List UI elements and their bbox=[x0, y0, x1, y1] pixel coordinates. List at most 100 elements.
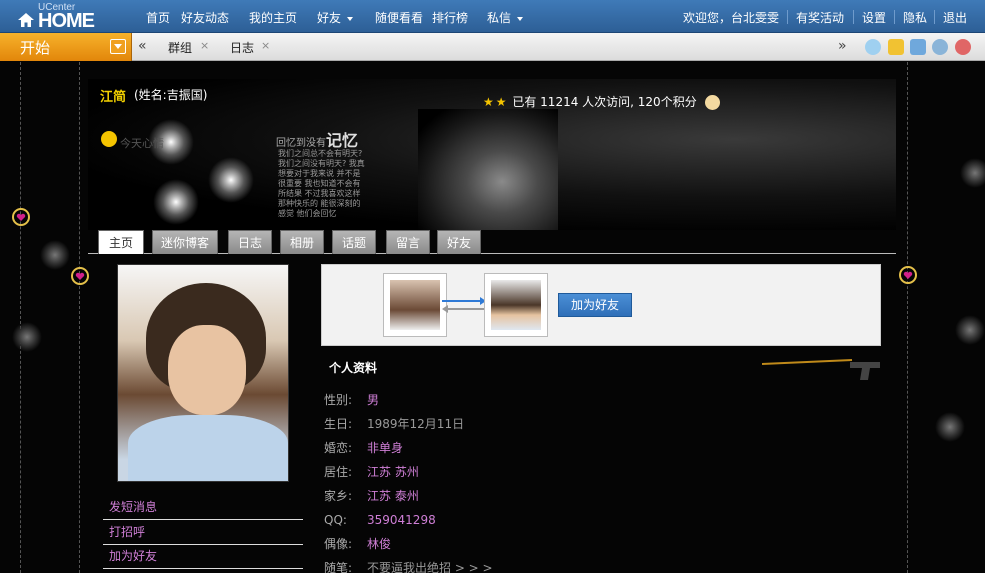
send-message-link[interactable]: 发短消息 bbox=[103, 496, 303, 520]
info-label: 居住: bbox=[324, 465, 353, 479]
gun-decoration-icon bbox=[762, 359, 880, 380]
decor-star-glow bbox=[955, 315, 985, 345]
avatar-face bbox=[168, 325, 246, 415]
welcome-text: 欢迎您，台北雯雯 bbox=[683, 11, 780, 25]
friend-search-icon[interactable] bbox=[932, 39, 948, 55]
info-row-relationship: 婚恋: 非单身 bbox=[324, 437, 880, 459]
chevron-down-icon bbox=[347, 16, 354, 21]
banner-photo bbox=[418, 109, 558, 230]
taskbar-tab-blog[interactable]: 日志 bbox=[230, 39, 254, 56]
hearts-icon[interactable] bbox=[955, 39, 971, 55]
user-realname: (姓名:吉振国) bbox=[134, 88, 208, 102]
chevron-down-icon bbox=[517, 16, 524, 21]
info-value: 1989年12月11日 bbox=[367, 417, 465, 431]
nav-divider bbox=[853, 10, 854, 24]
logo-home-text: HOME bbox=[38, 10, 95, 32]
avatar-shirt bbox=[128, 415, 288, 481]
tab-miniblog[interactable]: 迷你博客 bbox=[152, 230, 218, 254]
banner-memory-title: 回忆到没有记忆 bbox=[276, 127, 358, 151]
heart-pendant-icon bbox=[899, 266, 917, 284]
tab-home[interactable]: 主页 bbox=[98, 230, 144, 254]
start-button[interactable]: 开始 bbox=[0, 33, 132, 61]
scroll-left-icon[interactable]: « bbox=[138, 38, 147, 54]
add-friend-button[interactable]: 加为好友 bbox=[558, 293, 632, 317]
friend-request-box: 加为好友 bbox=[321, 264, 881, 346]
nav-rewards[interactable]: 有奖活动 bbox=[796, 9, 844, 26]
top-navigation-bar: UCenter HOME 首页 好友动态 我的主页 好友 随便看看 排行榜 私信… bbox=[0, 0, 985, 33]
nav-browse[interactable]: 随便看看 bbox=[375, 9, 423, 26]
info-label: 家乡: bbox=[324, 489, 353, 503]
info-row-birthday: 生日: 1989年12月11日 bbox=[324, 413, 880, 435]
chat-bubble-icon[interactable] bbox=[865, 39, 881, 55]
info-value[interactable]: 林俊 bbox=[367, 533, 391, 555]
info-row-qq: QQ: 359041298 bbox=[324, 509, 880, 531]
profile-avatar[interactable] bbox=[117, 264, 289, 482]
nav-my-page[interactable]: 我的主页 bbox=[249, 9, 297, 26]
heart-pendant-icon bbox=[71, 267, 89, 285]
tab-topics[interactable]: 话题 bbox=[332, 230, 376, 254]
info-row-note: 随笔: 不要逼我出绝招 > > > bbox=[324, 557, 880, 573]
banner-poem: 我们之间总不会有明天? 我们之间没有明天? 我真想要对于我来说 并不是很重要 我… bbox=[278, 149, 365, 218]
add-friend-link[interactable]: 加为好友 bbox=[103, 545, 303, 569]
info-row-hometown: 家乡: 江苏 泰州 bbox=[324, 485, 880, 507]
tab-guestbook[interactable]: 留言 bbox=[386, 230, 430, 254]
tab-album[interactable]: 相册 bbox=[280, 230, 324, 254]
nav-ranking[interactable]: 排行榜 bbox=[432, 9, 468, 26]
taskbar-tab-groups[interactable]: 群组 bbox=[168, 39, 192, 56]
nav-home[interactable]: 首页 bbox=[146, 9, 170, 26]
nav-privacy[interactable]: 隐私 bbox=[903, 9, 927, 26]
mood-face-icon bbox=[101, 131, 117, 147]
nav-friend-feed[interactable]: 好友动态 bbox=[181, 9, 229, 26]
user-name[interactable]: 江简 bbox=[100, 86, 126, 105]
close-icon[interactable]: × bbox=[200, 39, 209, 52]
tab-blog[interactable]: 日志 bbox=[228, 230, 272, 254]
info-value[interactable]: 非单身 bbox=[367, 437, 403, 459]
info-label: 性别: bbox=[324, 393, 353, 407]
banner-memory-title-big: 记忆 bbox=[326, 131, 359, 150]
profile-tabs: 主页 迷你博客 日志 相册 话题 留言 好友 bbox=[88, 230, 896, 254]
info-label: 婚恋: bbox=[324, 441, 353, 455]
profile-card-icon[interactable] bbox=[910, 39, 926, 55]
mood-text: 今天心情 bbox=[120, 137, 164, 150]
uchome-logo[interactable]: UCenter HOME bbox=[16, 2, 100, 32]
poke-link[interactable]: 打招呼 bbox=[103, 521, 303, 545]
nav-friends-label: 好友 bbox=[317, 11, 342, 25]
avatar-face-icon bbox=[704, 95, 720, 110]
info-value[interactable]: 男 bbox=[367, 389, 379, 411]
info-value[interactable]: 江苏 泰州 bbox=[367, 485, 419, 507]
nav-messages[interactable]: 私信 bbox=[487, 9, 524, 26]
decor-star-glow bbox=[40, 240, 70, 270]
friend-avatar-thumb[interactable] bbox=[484, 273, 548, 337]
decor-star-glow bbox=[12, 322, 42, 352]
scroll-right-icon[interactable]: » bbox=[838, 38, 847, 54]
nav-logout[interactable]: 退出 bbox=[943, 9, 967, 26]
my-avatar-thumb[interactable] bbox=[383, 273, 447, 337]
thumb-photo bbox=[491, 280, 541, 330]
nav-friends[interactable]: 好友 bbox=[317, 9, 354, 26]
info-label: QQ: bbox=[324, 513, 347, 527]
info-row-gender: 性别: 男 bbox=[324, 389, 880, 411]
info-row-residence: 居住: 江苏 苏州 bbox=[324, 461, 880, 483]
info-value[interactable]: 江苏 苏州 bbox=[367, 461, 419, 483]
info-value: 不要逼我出绝招 > > > bbox=[367, 561, 493, 573]
nav-divider bbox=[934, 10, 935, 24]
start-dropdown-icon[interactable] bbox=[110, 39, 126, 54]
notice-icon[interactable] bbox=[888, 39, 904, 55]
star-icon: ★ bbox=[483, 95, 494, 109]
thumb-photo bbox=[390, 280, 440, 330]
nav-divider bbox=[894, 10, 895, 24]
decor-glow bbox=[153, 179, 199, 225]
decor-star-glow bbox=[935, 412, 965, 442]
profile-header-banner: 回忆到没有记忆 我们之间总不会有明天? 我们之间没有明天? 我真想要对于我来说 … bbox=[88, 79, 896, 230]
tab-friends[interactable]: 好友 bbox=[437, 230, 481, 254]
nav-messages-label: 私信 bbox=[487, 11, 512, 25]
exchange-arrow-icon bbox=[442, 297, 486, 313]
decor-line bbox=[79, 62, 80, 573]
close-icon[interactable]: × bbox=[261, 39, 270, 52]
info-value[interactable]: 359041298 bbox=[367, 509, 436, 531]
nav-settings[interactable]: 设置 bbox=[862, 9, 886, 26]
nav-divider bbox=[787, 10, 788, 24]
decor-glow bbox=[208, 157, 254, 203]
home-icon bbox=[18, 13, 34, 27]
decor-star-glow bbox=[960, 158, 985, 188]
